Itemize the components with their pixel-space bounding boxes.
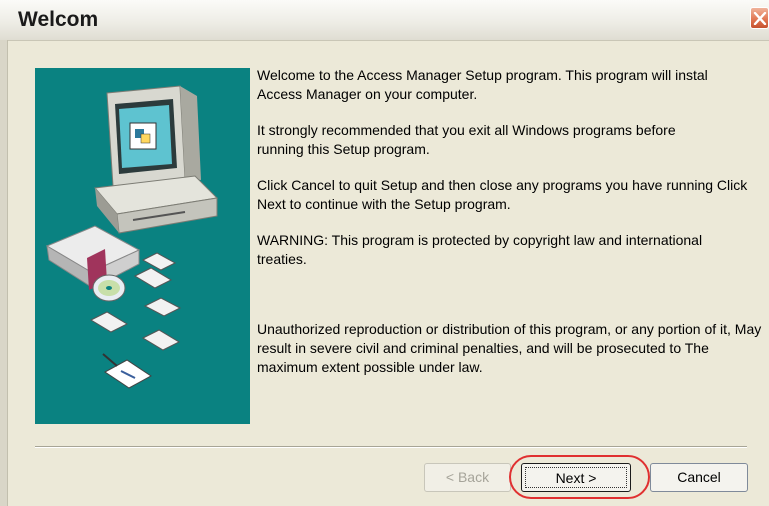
- next-button[interactable]: Next >: [521, 463, 631, 492]
- exit-programs-paragraph: It strongly recommended that you exit al…: [257, 122, 676, 157]
- intro-paragraph: Welcome to the Access Manager Setup prog…: [257, 67, 708, 102]
- cancel-next-paragraph: Click Cancel to quit Setup and then clos…: [257, 177, 748, 212]
- next-button-label: Next >: [525, 467, 627, 488]
- title-bar: Welcom: [0, 0, 769, 41]
- window-left-border: [0, 40, 8, 506]
- setup-illustration: [35, 68, 250, 424]
- close-button[interactable]: [750, 7, 769, 29]
- cd-disc-icon: [92, 274, 126, 302]
- warning-paragraph: WARNING: This program is protected by co…: [257, 232, 703, 267]
- unauthorized-paragraph: Unauthorized reproduction or distributio…: [257, 321, 762, 375]
- drive-box-icon: [45, 225, 141, 290]
- setup-dialog: Welcom Welcome to the Access Manager Set…: [0, 0, 769, 506]
- document-pen-icon: [102, 353, 152, 389]
- close-icon: [753, 12, 767, 25]
- separator-line: [35, 446, 747, 448]
- computer-monitor-icon: [106, 85, 201, 187]
- cancel-button[interactable]: Cancel: [650, 463, 748, 492]
- back-button[interactable]: < Back: [424, 463, 511, 492]
- window-title: Welcom: [18, 8, 99, 31]
